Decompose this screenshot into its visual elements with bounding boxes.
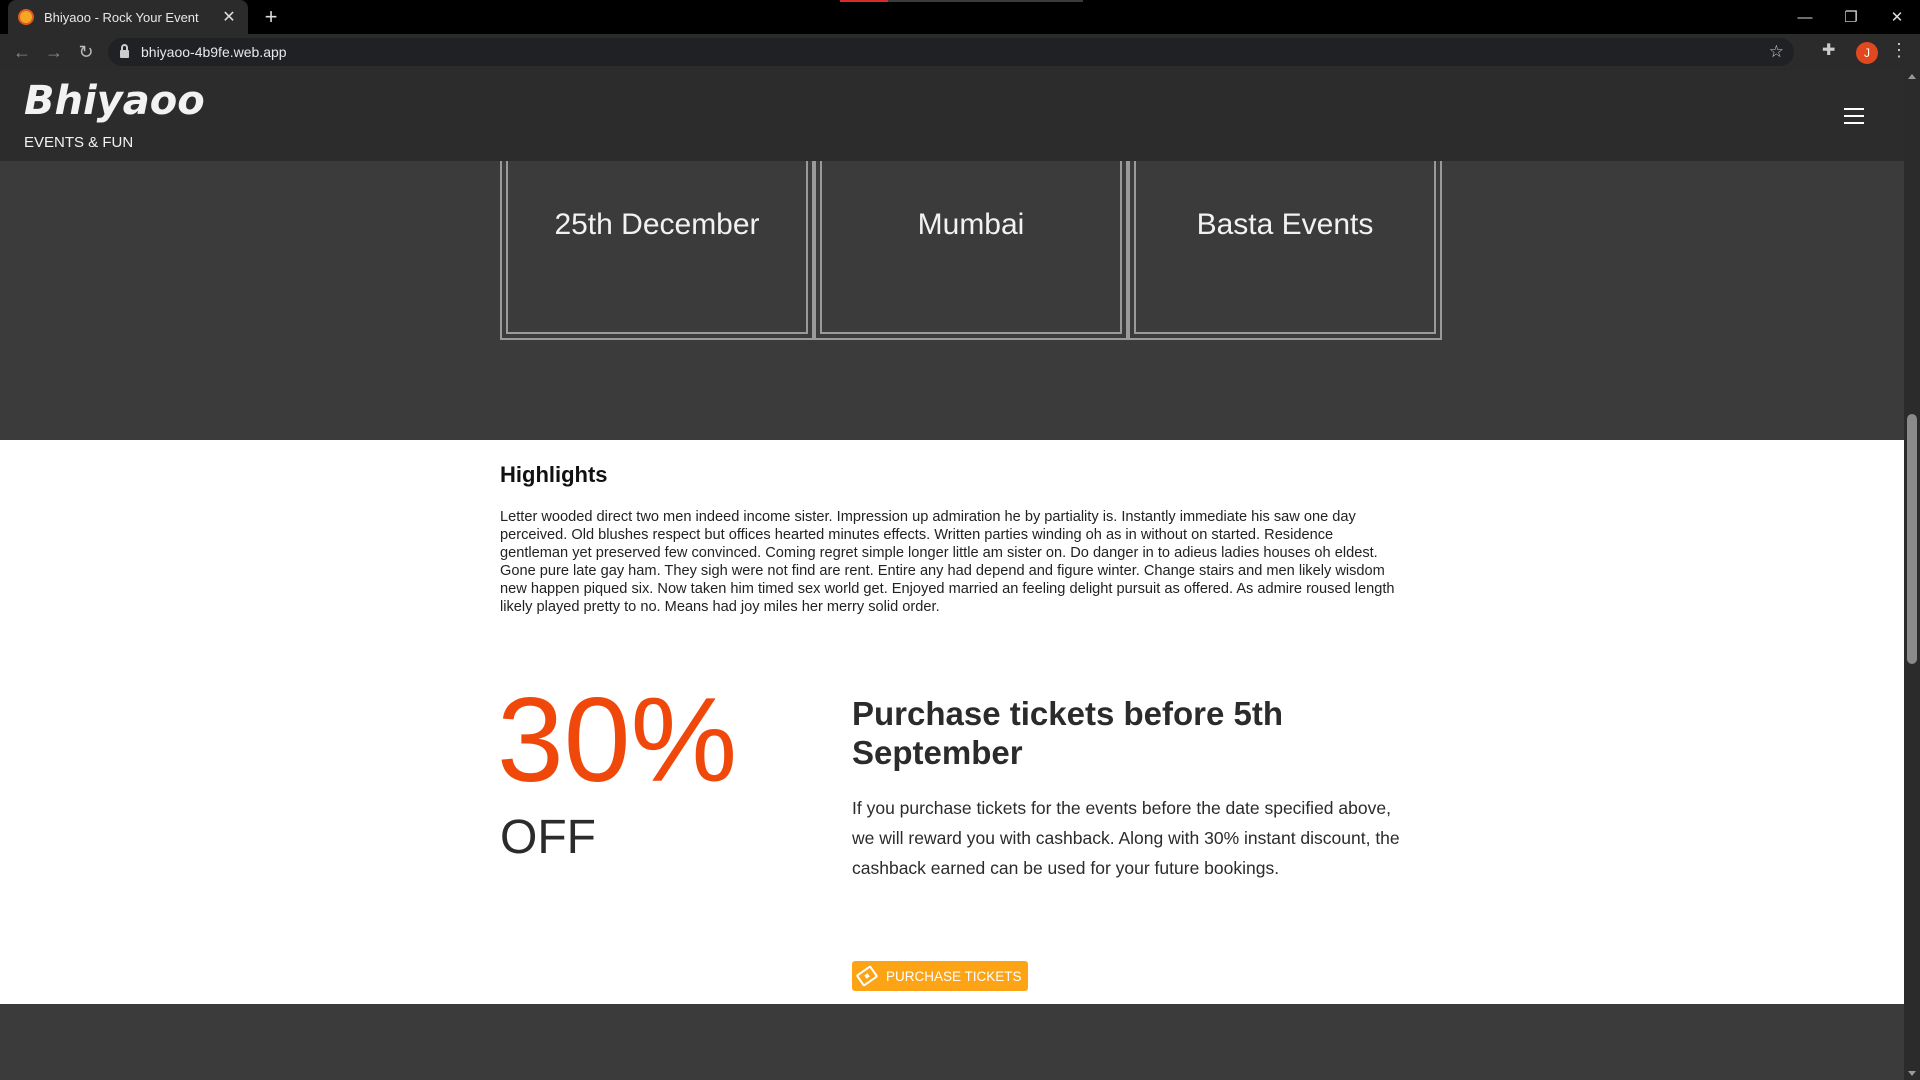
tab-title: Bhiyaoo - Rock Your Event <box>44 9 199 25</box>
browser-tab[interactable]: Bhiyaoo - Rock Your Event ✕ <box>8 0 248 34</box>
forward-arrow-icon[interactable]: → <box>38 36 70 68</box>
reload-icon[interactable]: ↻ <box>70 36 102 68</box>
new-tab-button[interactable]: + <box>258 4 284 30</box>
scroll-down-arrow-icon[interactable] <box>1908 1071 1916 1076</box>
restore-button[interactable]: ❐ <box>1828 0 1874 34</box>
brand-logo[interactable]: Bhiyaoo <box>24 78 205 124</box>
browser-toolbar: ← → ↻ bhiyaoo-4b9fe.web.app ☆ <box>0 34 1920 70</box>
promo-title: Purchase tickets before 5th September <box>852 695 1283 771</box>
page-scrollbar[interactable] <box>1904 70 1920 1080</box>
info-box-text: Mumbai <box>917 208 1025 241</box>
brand-tagline: EVENTS & FUN <box>24 134 134 151</box>
extensions-puzzle-icon[interactable]: ✚ <box>1822 40 1835 60</box>
back-arrow-icon[interactable]: ← <box>6 36 38 68</box>
purchase-tickets-button[interactable]: PURCHASE TICKETS <box>852 961 1028 991</box>
purchase-tickets-label: PURCHASE TICKETS <box>886 968 1022 984</box>
close-window-button[interactable]: ✕ <box>1874 0 1920 34</box>
scrollbar-thumb[interactable] <box>1907 414 1917 664</box>
next-section <box>0 1004 1904 1080</box>
close-tab-icon[interactable]: ✕ <box>220 7 238 27</box>
profile-avatar[interactable]: J <box>1856 42 1878 64</box>
discount-percentage: 30% <box>497 673 738 807</box>
highlights-section: Highlights Letter wooded direct two men … <box>0 440 1904 1004</box>
hamburger-menu-icon[interactable] <box>1844 108 1864 124</box>
address-bar[interactable]: bhiyaoo-4b9fe.web.app ☆ <box>108 38 1794 66</box>
bookmark-star-icon[interactable]: ☆ <box>1769 42 1784 62</box>
highlights-body: Letter wooded direct two men indeed inco… <box>500 509 1395 615</box>
minimize-button[interactable]: — <box>1782 0 1828 34</box>
scroll-up-arrow-icon[interactable] <box>1908 74 1916 79</box>
site-header: Bhiyaoo EVENTS & FUN <box>0 70 1904 161</box>
discount-off-label: OFF <box>500 811 596 864</box>
promo-body: If you purchase tickets for the events b… <box>852 798 1400 878</box>
tab-strip-indicator <box>840 0 888 2</box>
ticket-icon <box>855 965 879 987</box>
browser-tab-bar: Bhiyaoo - Rock Your Event ✕ + — ❐ ✕ <box>0 0 1920 34</box>
url-text[interactable]: bhiyaoo-4b9fe.web.app <box>141 44 287 60</box>
highlights-title: Highlights <box>500 462 608 487</box>
info-box-text: Basta Events <box>1196 208 1374 241</box>
browser-menu-icon[interactable]: ⋮ <box>1890 40 1908 61</box>
info-box-text: 25th December <box>554 208 760 241</box>
favicon-icon <box>18 9 34 25</box>
window-controls: — ❐ ✕ <box>1782 0 1920 34</box>
tab-strip-indicator-track <box>888 0 1083 2</box>
lock-icon <box>120 44 129 58</box>
page-viewport: 25th December Mumbai Basta Events Bhiyao… <box>0 70 1904 1080</box>
